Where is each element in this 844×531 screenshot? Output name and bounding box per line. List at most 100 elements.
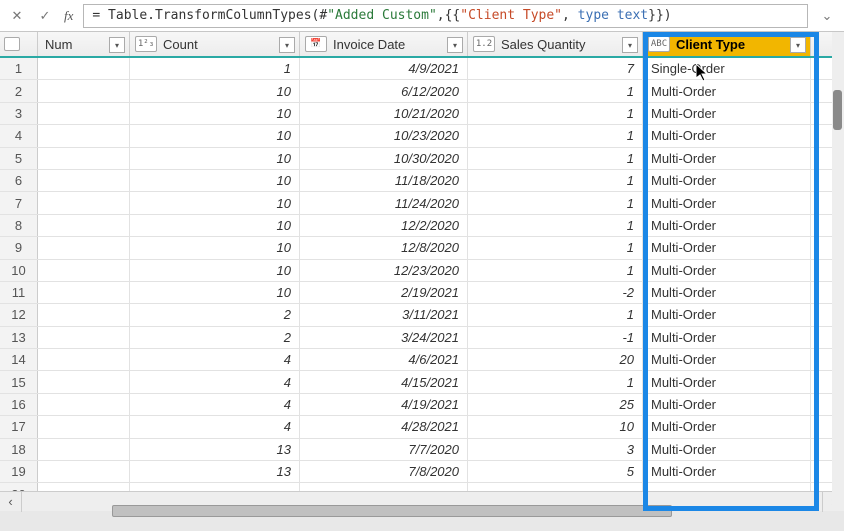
cell-client-type[interactable]: Multi-Order	[643, 215, 811, 236]
cell-count[interactable]: 10	[130, 170, 300, 191]
cell-num[interactable]	[38, 371, 130, 392]
cell-count[interactable]: 4	[130, 416, 300, 437]
cell-sales-quantity[interactable]: -1	[468, 327, 643, 348]
row-number[interactable]: 7	[0, 192, 38, 213]
cell-num[interactable]	[38, 237, 130, 258]
cell-num[interactable]	[38, 327, 130, 348]
cell-sales-quantity[interactable]: 25	[468, 394, 643, 415]
column-header-sales-quantity[interactable]: 1.2 Sales Quantity ▾	[468, 32, 643, 56]
cell-invoice-date[interactable]: 4/6/2021	[300, 349, 468, 370]
scroll-thumb[interactable]	[112, 505, 672, 517]
cell-client-type[interactable]: Multi-Order	[643, 349, 811, 370]
cell-sales-quantity[interactable]: 1	[468, 170, 643, 191]
scroll-thumb[interactable]	[833, 90, 842, 130]
horizontal-scrollbar[interactable]: ‹ ›	[0, 491, 844, 511]
scroll-left-icon[interactable]: ‹	[0, 492, 22, 512]
cell-sales-quantity[interactable]: 1	[468, 304, 643, 325]
table-row[interactable]: 31010/21/20201Multi-Order	[0, 103, 844, 125]
table-row[interactable]: 114/9/20217Single-Order	[0, 58, 844, 80]
table-row[interactable]: 18137/7/20203Multi-Order	[0, 439, 844, 461]
row-number[interactable]: 10	[0, 260, 38, 281]
cell-sales-quantity[interactable]: 3	[468, 439, 643, 460]
cell-invoice-date[interactable]: 3/11/2021	[300, 304, 468, 325]
cell-count[interactable]: 10	[130, 237, 300, 258]
cell-num[interactable]	[38, 349, 130, 370]
table-row[interactable]: 1444/6/202120Multi-Order	[0, 349, 844, 371]
cell-client-type[interactable]: Multi-Order	[643, 103, 811, 124]
row-number[interactable]: 18	[0, 439, 38, 460]
row-number[interactable]: 4	[0, 125, 38, 146]
vertical-scrollbar[interactable]	[832, 32, 844, 511]
row-number[interactable]: 19	[0, 461, 38, 482]
select-all-corner[interactable]	[0, 32, 38, 56]
cell-sales-quantity[interactable]: 1	[468, 125, 643, 146]
cell-count[interactable]: 4	[130, 371, 300, 392]
cell-sales-quantity[interactable]: 1	[468, 237, 643, 258]
filter-icon[interactable]: ▾	[447, 37, 463, 53]
cell-invoice-date[interactable]: 4/9/2021	[300, 58, 468, 79]
cell-sales-quantity[interactable]: -2	[468, 282, 643, 303]
cell-count[interactable]: 10	[130, 260, 300, 281]
row-number[interactable]: 15	[0, 371, 38, 392]
cell-invoice-date[interactable]: 7/8/2020	[300, 461, 468, 482]
table-row[interactable]: 2106/12/20201Multi-Order	[0, 80, 844, 102]
column-header-num[interactable]: Num ▾	[38, 32, 130, 56]
cell-invoice-date[interactable]: 7/7/2020	[300, 439, 468, 460]
cell-sales-quantity[interactable]: 1	[468, 148, 643, 169]
cell-client-type[interactable]: Single-Order	[643, 58, 811, 79]
column-header-invoice-date[interactable]: 📅 Invoice Date ▾	[300, 32, 468, 56]
table-row[interactable]: 1544/15/20211Multi-Order	[0, 371, 844, 393]
row-number[interactable]: 8	[0, 215, 38, 236]
cell-num[interactable]	[38, 394, 130, 415]
formula-expand-icon[interactable]: ⌄	[818, 8, 836, 24]
cell-count[interactable]: 13	[130, 461, 300, 482]
column-header-client-type[interactable]: ABC Client Type ▾	[643, 32, 811, 56]
table-row[interactable]: 71011/24/20201Multi-Order	[0, 192, 844, 214]
cell-num[interactable]	[38, 416, 130, 437]
cell-num[interactable]	[38, 170, 130, 191]
cell-client-type[interactable]: Multi-Order	[643, 80, 811, 101]
cell-invoice-date[interactable]: 6/12/2020	[300, 80, 468, 101]
row-number[interactable]: 14	[0, 349, 38, 370]
cell-sales-quantity[interactable]: 1	[468, 260, 643, 281]
cell-client-type[interactable]: Multi-Order	[643, 237, 811, 258]
cell-num[interactable]	[38, 58, 130, 79]
cell-count[interactable]: 4	[130, 349, 300, 370]
cell-sales-quantity[interactable]: 5	[468, 461, 643, 482]
cell-invoice-date[interactable]: 10/30/2020	[300, 148, 468, 169]
cell-num[interactable]	[38, 304, 130, 325]
cell-invoice-date[interactable]: 4/28/2021	[300, 416, 468, 437]
cell-client-type[interactable]: Multi-Order	[643, 192, 811, 213]
cell-client-type[interactable]: Multi-Order	[643, 327, 811, 348]
cell-invoice-date[interactable]: 10/21/2020	[300, 103, 468, 124]
row-number[interactable]: 3	[0, 103, 38, 124]
cell-count[interactable]: 10	[130, 125, 300, 146]
cell-count[interactable]: 2	[130, 304, 300, 325]
table-row[interactable]: 91012/8/20201Multi-Order	[0, 237, 844, 259]
row-number[interactable]: 5	[0, 148, 38, 169]
table-row[interactable]: 51010/30/20201Multi-Order	[0, 148, 844, 170]
cell-count[interactable]: 1	[130, 58, 300, 79]
cell-count[interactable]: 4	[130, 394, 300, 415]
cell-num[interactable]	[38, 461, 130, 482]
cell-sales-quantity[interactable]: 1	[468, 103, 643, 124]
commit-formula-button[interactable]: ✓	[36, 7, 54, 25]
cell-invoice-date[interactable]: 4/19/2021	[300, 394, 468, 415]
table-row[interactable]: 11102/19/2021-2Multi-Order	[0, 282, 844, 304]
row-number[interactable]: 17	[0, 416, 38, 437]
filter-icon[interactable]: ▾	[622, 37, 638, 53]
cell-invoice-date[interactable]: 4/15/2021	[300, 371, 468, 392]
cancel-formula-button[interactable]: ✕	[8, 7, 26, 25]
cell-count[interactable]: 2	[130, 327, 300, 348]
cell-client-type[interactable]: Multi-Order	[643, 148, 811, 169]
cell-sales-quantity[interactable]: 1	[468, 215, 643, 236]
cell-sales-quantity[interactable]: 1	[468, 80, 643, 101]
cell-count[interactable]: 10	[130, 80, 300, 101]
cell-invoice-date[interactable]: 11/18/2020	[300, 170, 468, 191]
cell-client-type[interactable]: Multi-Order	[643, 371, 811, 392]
row-number[interactable]: 1	[0, 58, 38, 79]
row-number[interactable]: 6	[0, 170, 38, 191]
cell-count[interactable]: 10	[130, 215, 300, 236]
cell-invoice-date[interactable]: 10/23/2020	[300, 125, 468, 146]
cell-count[interactable]: 10	[130, 282, 300, 303]
